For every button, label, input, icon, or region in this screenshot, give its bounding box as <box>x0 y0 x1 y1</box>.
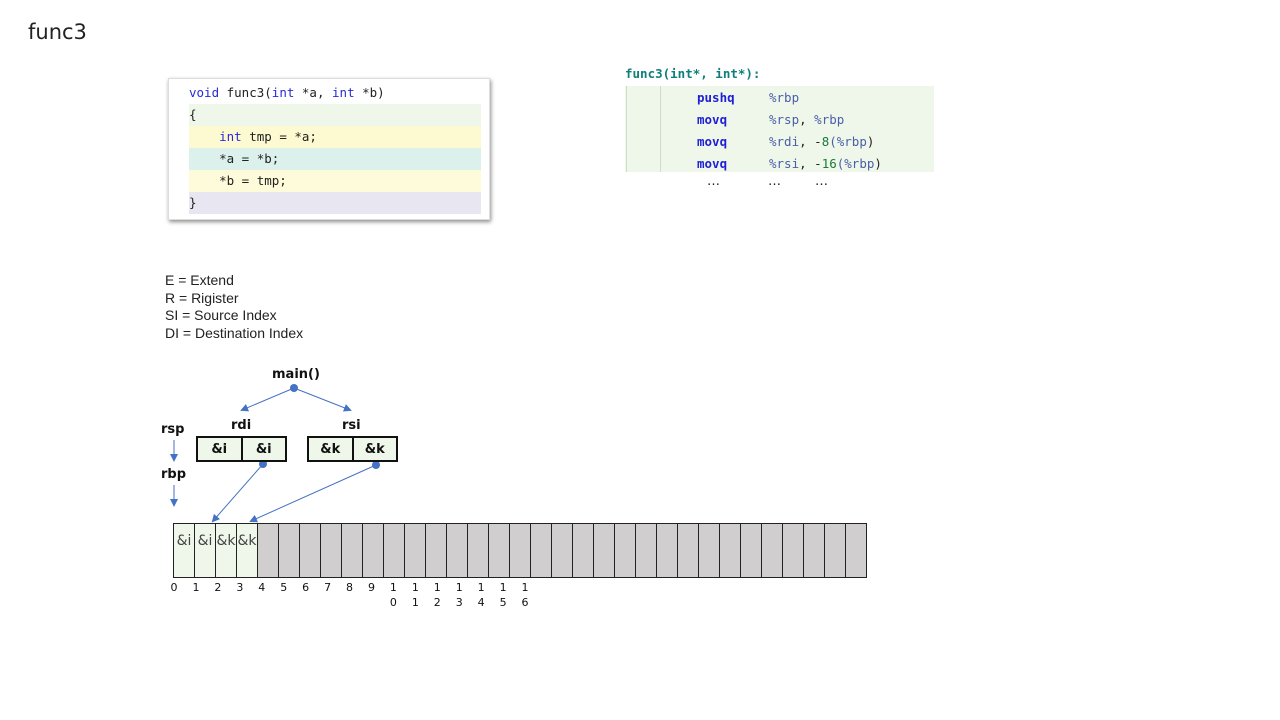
rdi-cell: &i <box>240 438 286 460</box>
memory-cell <box>342 524 363 577</box>
arrow-main-to-rdi <box>240 387 295 412</box>
memory-cell <box>657 524 678 577</box>
memory-cell <box>825 524 846 577</box>
memory-cell <box>573 524 594 577</box>
memory-cell <box>426 524 447 577</box>
memory-cell <box>783 524 804 577</box>
memory-cell <box>678 524 699 577</box>
memory-index-label: 6 <box>302 581 310 594</box>
memory-index-label: 9 <box>367 581 375 594</box>
memory-index-label: 13 <box>455 581 463 609</box>
memory-cell <box>531 524 552 577</box>
memory-index-label: 3 <box>236 581 244 594</box>
memory-cell <box>489 524 510 577</box>
memory-cell <box>510 524 531 577</box>
memory-cell <box>699 524 720 577</box>
memory-index-label: 15 <box>499 581 507 609</box>
stack-memory: &i &i &k &k <box>173 523 867 578</box>
memory-cell <box>363 524 384 577</box>
memory-index-label: 11 <box>411 581 419 609</box>
memory-cell <box>321 524 342 577</box>
memory-cell <box>741 524 762 577</box>
memory-cell <box>468 524 489 577</box>
rdi-label: rdi <box>231 418 252 433</box>
memory-cell <box>405 524 426 577</box>
memory-index-label: 12 <box>433 581 441 609</box>
memory-cell <box>384 524 405 577</box>
memory-index-label: 14 <box>477 581 485 609</box>
memory-cell: &i <box>174 524 195 577</box>
rsi-cell: &k <box>351 438 397 460</box>
rsp-label: rsp <box>161 422 185 437</box>
memory-index-label: 0 <box>170 581 178 594</box>
memory-cell <box>804 524 825 577</box>
memory-cell <box>762 524 783 577</box>
memory-index-label: 4 <box>258 581 266 594</box>
memory-index-label: 8 <box>346 581 354 594</box>
memory-cell <box>447 524 468 577</box>
memory-cell <box>552 524 573 577</box>
memory-cell: &k <box>216 524 237 577</box>
rdi-register: &i &i <box>196 436 287 462</box>
memory-index-label: 5 <box>280 581 288 594</box>
memory-cell: &i <box>195 524 216 577</box>
rdi-cell: &i <box>211 441 228 457</box>
memory-index-label: 16 <box>521 581 529 609</box>
memory-cell: &k <box>237 524 258 577</box>
memory-index-label: 2 <box>214 581 222 594</box>
diagram-arrows <box>170 384 380 523</box>
memory-cell <box>636 524 657 577</box>
memory-index-label: 10 <box>389 581 397 609</box>
rbp-label: rbp <box>161 467 187 482</box>
arrow-main-to-rsi <box>293 387 352 412</box>
arrow-rsi-to-memory <box>249 464 377 523</box>
memory-cell <box>300 524 321 577</box>
memory-cell <box>258 524 279 577</box>
caller-label: main() <box>272 367 320 382</box>
memory-cell <box>846 524 867 577</box>
memory-index-label: 1 <box>192 581 200 594</box>
memory-index-label: 7 <box>324 581 332 594</box>
rsi-label: rsi <box>342 418 361 433</box>
memory-cell <box>279 524 300 577</box>
arrow-rdi-to-memory <box>211 463 264 523</box>
rsi-register: &k &k <box>307 436 398 462</box>
memory-cell <box>594 524 615 577</box>
memory-cell <box>720 524 741 577</box>
rsi-cell: &k <box>320 441 341 457</box>
memory-cell <box>615 524 636 577</box>
